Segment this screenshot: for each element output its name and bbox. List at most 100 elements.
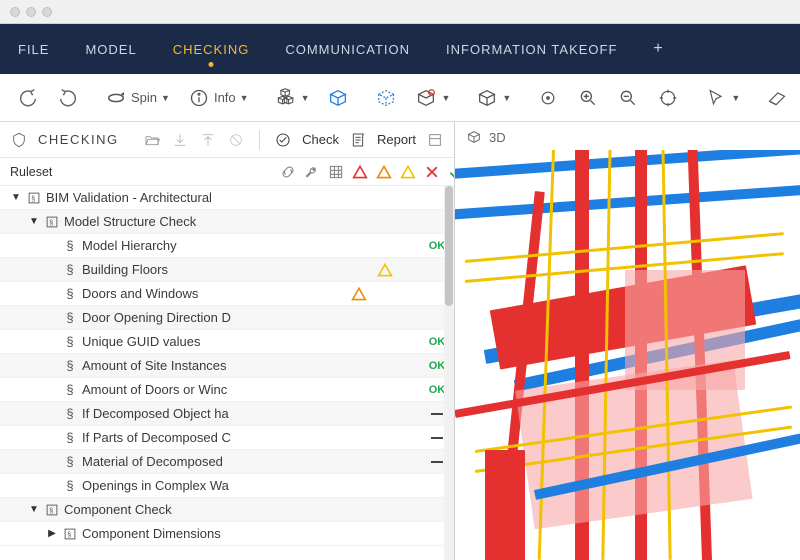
zoom-fit-button[interactable] (532, 84, 564, 112)
rule-label: Doors and Windows (82, 286, 198, 301)
expand-toggle[interactable]: ▼ (10, 192, 22, 203)
sev-pass-icon[interactable] (446, 162, 455, 182)
svg-text:+: + (361, 132, 365, 138)
tree-row[interactable]: §Openings in Complex Wa (0, 474, 454, 498)
tree-row[interactable]: §Amount of Site InstancesOK (0, 354, 454, 378)
rule-icon: § (62, 286, 78, 302)
caret-down-icon: ▼ (502, 93, 511, 103)
rule-label: Building Floors (82, 262, 168, 277)
traffic-light-close[interactable] (10, 7, 20, 17)
expand-toggle[interactable]: ▼ (28, 216, 40, 227)
tree-row[interactable]: ▼§BIM Validation - Architectural (0, 186, 454, 210)
caret-down-icon: ▼ (161, 93, 170, 103)
cube-paint-button[interactable]: ▼ (410, 84, 455, 112)
download-icon[interactable] (171, 131, 189, 149)
rule-label: Unique GUID values (82, 334, 201, 349)
panel-title: CHECKING (38, 132, 119, 147)
traffic-light-min[interactable] (26, 7, 36, 17)
cursor-icon (705, 87, 727, 109)
cube-outline-button[interactable] (370, 84, 402, 112)
cube-plain-button[interactable]: ▼ (471, 84, 516, 112)
tree-row[interactable]: ▶§Component Dimensions (0, 522, 454, 546)
check-label[interactable]: Check (302, 132, 339, 147)
zoom-in-button[interactable] (572, 84, 604, 112)
expand-toggle[interactable]: ▶ (46, 528, 58, 539)
nav-add-tab[interactable]: + (653, 40, 662, 58)
sev-fail-icon[interactable] (422, 162, 442, 182)
zoom-out-button[interactable] (612, 84, 644, 112)
tree-row[interactable]: §If Parts of Decomposed C (0, 426, 454, 450)
tree-row[interactable]: ▼§Model Structure Check (0, 210, 454, 234)
open-icon[interactable] (143, 131, 161, 149)
tree-row[interactable]: § Doors and Windows (0, 282, 454, 306)
viewport-header: 3D (465, 128, 506, 146)
select-button[interactable]: ▼ (700, 84, 745, 112)
report-icon[interactable]: + (349, 131, 367, 149)
tree-row[interactable]: ▼§Component Check (0, 498, 454, 522)
redo-button[interactable] (52, 84, 84, 112)
grid-icon[interactable] (326, 162, 346, 182)
info-button[interactable]: Info ▼ (183, 84, 254, 112)
status-ok: OK (429, 384, 446, 396)
rule-icon: § (62, 478, 78, 494)
sev-major-icon[interactable] (374, 162, 394, 182)
scene-element (455, 181, 800, 220)
tree-row[interactable]: §Unique GUID valuesOK (0, 330, 454, 354)
tree-row[interactable]: §Door Opening Direction D (0, 306, 454, 330)
upload-icon[interactable] (199, 131, 217, 149)
status-ok: OK (429, 240, 446, 252)
info-icon (188, 87, 210, 109)
nav-communication[interactable]: COMMUNICATION (285, 34, 410, 65)
ruleset-icon: § (44, 214, 60, 230)
wrench-icon[interactable] (302, 162, 322, 182)
panel-header: CHECKING Check + Report (0, 122, 454, 158)
view-cubes-button[interactable]: ▼ (270, 84, 315, 112)
link-icon[interactable] (278, 162, 298, 182)
tree-row[interactable]: §If Decomposed Object ha (0, 402, 454, 426)
tree-row[interactable]: §Amount of Doors or WincOK (0, 378, 454, 402)
traffic-light-max[interactable] (42, 7, 52, 17)
undo-icon (17, 87, 39, 109)
undo-button[interactable] (12, 84, 44, 112)
expand-toggle[interactable]: ▼ (28, 504, 40, 515)
disabled-icon (227, 131, 245, 149)
check-icon[interactable] (274, 131, 292, 149)
spin-button[interactable]: Spin ▼ (100, 84, 175, 112)
status-ok: OK (429, 360, 446, 372)
3d-viewport[interactable]: 3D (455, 122, 800, 560)
tree-row[interactable]: §Material of Decomposed (0, 450, 454, 474)
rule-label: Material of Decomposed (82, 454, 223, 469)
rule-label: Amount of Doors or Winc (82, 382, 227, 397)
sev-critical-icon[interactable] (350, 162, 370, 182)
cube-hl-button[interactable] (322, 84, 354, 112)
tree-row[interactable]: §Building Floors (0, 258, 454, 282)
report-label[interactable]: Report (377, 132, 416, 147)
caret-down-icon: ▼ (441, 93, 450, 103)
spin-label: Spin (131, 90, 157, 105)
center-icon (657, 87, 679, 109)
nav-model[interactable]: MODEL (85, 34, 136, 65)
content: CHECKING Check + Report Ruleset (0, 122, 800, 560)
rule-icon: § (62, 310, 78, 326)
layout-icon[interactable] (426, 131, 444, 149)
ruleset-icon: § (44, 502, 60, 518)
scrollbar[interactable] (444, 186, 454, 560)
redo-icon (57, 87, 79, 109)
nav-info-takeoff[interactable]: INFORMATION TAKEOFF (446, 34, 617, 65)
zoom-out-icon (617, 87, 639, 109)
tree-row[interactable]: §Model HierarchyOK (0, 234, 454, 258)
viewport-title: 3D (489, 130, 506, 145)
nav-checking[interactable]: CHECKING (173, 34, 250, 65)
section-button[interactable] (761, 84, 793, 112)
rule-icon: § (62, 238, 78, 254)
sev-minor-icon[interactable] (398, 162, 418, 182)
main-nav: FILE MODEL CHECKING COMMUNICATION INFORM… (0, 24, 800, 74)
nav-file[interactable]: FILE (18, 34, 49, 65)
zoom-in-icon (577, 87, 599, 109)
rule-tree[interactable]: ▼§BIM Validation - Architectural▼§Model … (0, 186, 454, 560)
center-button[interactable] (652, 84, 684, 112)
rule-label: BIM Validation - Architectural (46, 190, 212, 205)
status-warn-icon (351, 286, 367, 302)
3d-scene[interactable] (455, 150, 800, 560)
rule-label: If Parts of Decomposed C (82, 430, 231, 445)
